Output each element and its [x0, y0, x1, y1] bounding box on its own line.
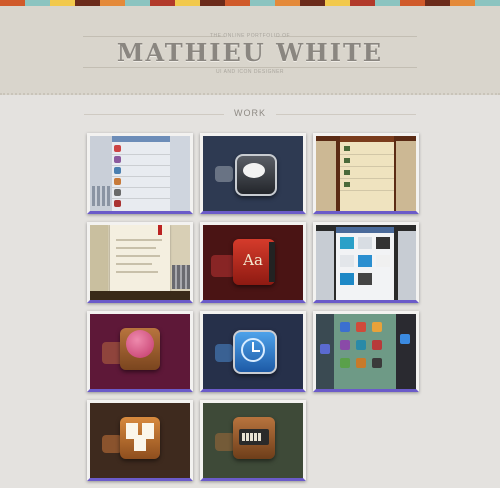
work-thumb-dribbble-icon[interactable] — [87, 311, 193, 392]
work-thumb-battery-icon[interactable] — [200, 400, 306, 481]
ebook-reader-screenshot — [90, 225, 190, 300]
work-thumb-mail-app[interactable] — [87, 133, 193, 214]
site-header: THE ONLINE PORTFOLIO OF MATHIEU WHITE UI… — [0, 6, 500, 95]
work-thumb-dictionary-icon[interactable]: Aa — [200, 222, 306, 303]
work-section-heading: WORK — [234, 108, 266, 118]
work-thumb-web-gallery[interactable] — [313, 222, 419, 303]
clock-icon — [203, 314, 303, 389]
dictionary-icon-text: Aa — [243, 251, 263, 269]
work-thumb-documents-icon[interactable] — [87, 400, 193, 481]
work-thumb-homescreen[interactable] — [313, 311, 419, 392]
tasks-list-screenshot — [316, 136, 416, 211]
header-subtitle: UI AND ICON DESIGNER — [215, 69, 285, 75]
mail-app-screenshot — [90, 136, 190, 211]
site-title[interactable]: MATHIEU WHITE — [0, 38, 500, 67]
homescreen-icons-screenshot — [316, 314, 416, 389]
messages-bubble-icon — [203, 136, 303, 211]
web-gallery-screenshot — [316, 225, 416, 300]
work-thumb-tasks[interactable] — [313, 133, 419, 214]
battery-box-icon — [203, 403, 303, 478]
work-thumb-messages-icon[interactable] — [200, 133, 306, 214]
dictionary-aa-icon: Aa — [203, 225, 303, 300]
work-thumb-ebook-reader[interactable] — [87, 222, 193, 303]
dribbble-ball-icon — [90, 314, 190, 389]
work-thumb-clock-icon[interactable] — [200, 311, 306, 392]
header-rule-bottom — [83, 67, 417, 68]
document-papers-icon — [90, 403, 190, 478]
